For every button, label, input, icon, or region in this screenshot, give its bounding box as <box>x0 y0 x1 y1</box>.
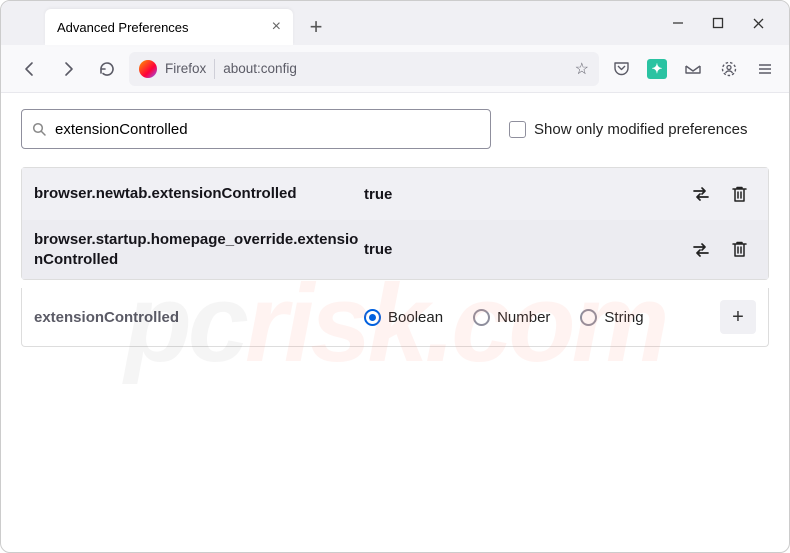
toolbar-icons: ✦ <box>607 59 775 79</box>
urlbar-divider <box>214 59 215 79</box>
toolbar: Firefox about:config ☆ ✦ <box>1 45 789 93</box>
urlbar-address: about:config <box>223 61 297 76</box>
radio-label: Boolean <box>388 309 443 326</box>
extension-icon[interactable]: ✦ <box>647 59 667 79</box>
new-tab-button[interactable]: + <box>301 12 331 42</box>
forward-button[interactable] <box>53 54 83 84</box>
urlbar-firefox-label: Firefox <box>165 61 206 76</box>
inbox-icon[interactable] <box>683 59 703 79</box>
pocket-icon[interactable] <box>611 59 631 79</box>
account-icon[interactable] <box>719 59 739 79</box>
radio-icon <box>580 309 597 326</box>
show-modified-checkbox[interactable]: Show only modified preferences <box>509 121 747 138</box>
radio-label: Number <box>497 309 550 326</box>
delete-button[interactable] <box>722 234 756 266</box>
minimize-icon[interactable] <box>672 17 684 29</box>
pref-value: true <box>364 186 680 203</box>
maximize-icon[interactable] <box>712 17 724 29</box>
pref-table: browser.newtab.extensionControlled true … <box>21 167 769 280</box>
new-pref-name: extensionControlled <box>34 309 364 326</box>
search-input[interactable] <box>55 121 480 138</box>
close-window-icon[interactable] <box>752 17 765 30</box>
delete-button[interactable] <box>722 178 756 210</box>
add-button[interactable]: + <box>720 300 756 334</box>
add-pref-row: extensionControlled Boolean Number Strin… <box>21 288 769 347</box>
radio-icon <box>364 309 381 326</box>
tab-bar: Advanced Preferences × + <box>1 1 789 45</box>
bookmark-star-icon[interactable]: ☆ <box>575 59 589 79</box>
pref-name: browser.newtab.extensionControlled <box>34 184 364 204</box>
show-modified-label: Show only modified preferences <box>534 121 747 138</box>
search-icon <box>32 122 47 137</box>
radio-boolean[interactable]: Boolean <box>364 309 443 326</box>
checkbox-icon <box>509 121 526 138</box>
radio-string[interactable]: String <box>580 309 643 326</box>
content-area: Show only modified preferences browser.n… <box>1 93 789 363</box>
search-row: Show only modified preferences <box>21 109 769 149</box>
radio-number[interactable]: Number <box>473 309 550 326</box>
search-box[interactable] <box>21 109 491 149</box>
pref-value: true <box>364 241 680 258</box>
window-controls <box>672 1 781 45</box>
toggle-button[interactable] <box>684 178 718 210</box>
radio-label: String <box>604 309 643 326</box>
toggle-button[interactable] <box>684 234 718 266</box>
radio-icon <box>473 309 490 326</box>
tab-title: Advanced Preferences <box>57 20 189 35</box>
pref-name: browser.startup.homepage_override.extens… <box>34 230 364 269</box>
pref-row: browser.newtab.extensionControlled true <box>22 168 768 220</box>
reload-button[interactable] <box>91 54 121 84</box>
firefox-icon <box>139 60 157 78</box>
close-icon[interactable]: × <box>272 18 281 36</box>
tab-active[interactable]: Advanced Preferences × <box>45 9 293 45</box>
address-bar[interactable]: Firefox about:config ☆ <box>129 52 599 86</box>
pref-row: browser.startup.homepage_override.extens… <box>22 220 768 279</box>
menu-icon[interactable] <box>755 59 775 79</box>
type-radios: Boolean Number String <box>364 309 720 326</box>
back-button[interactable] <box>15 54 45 84</box>
